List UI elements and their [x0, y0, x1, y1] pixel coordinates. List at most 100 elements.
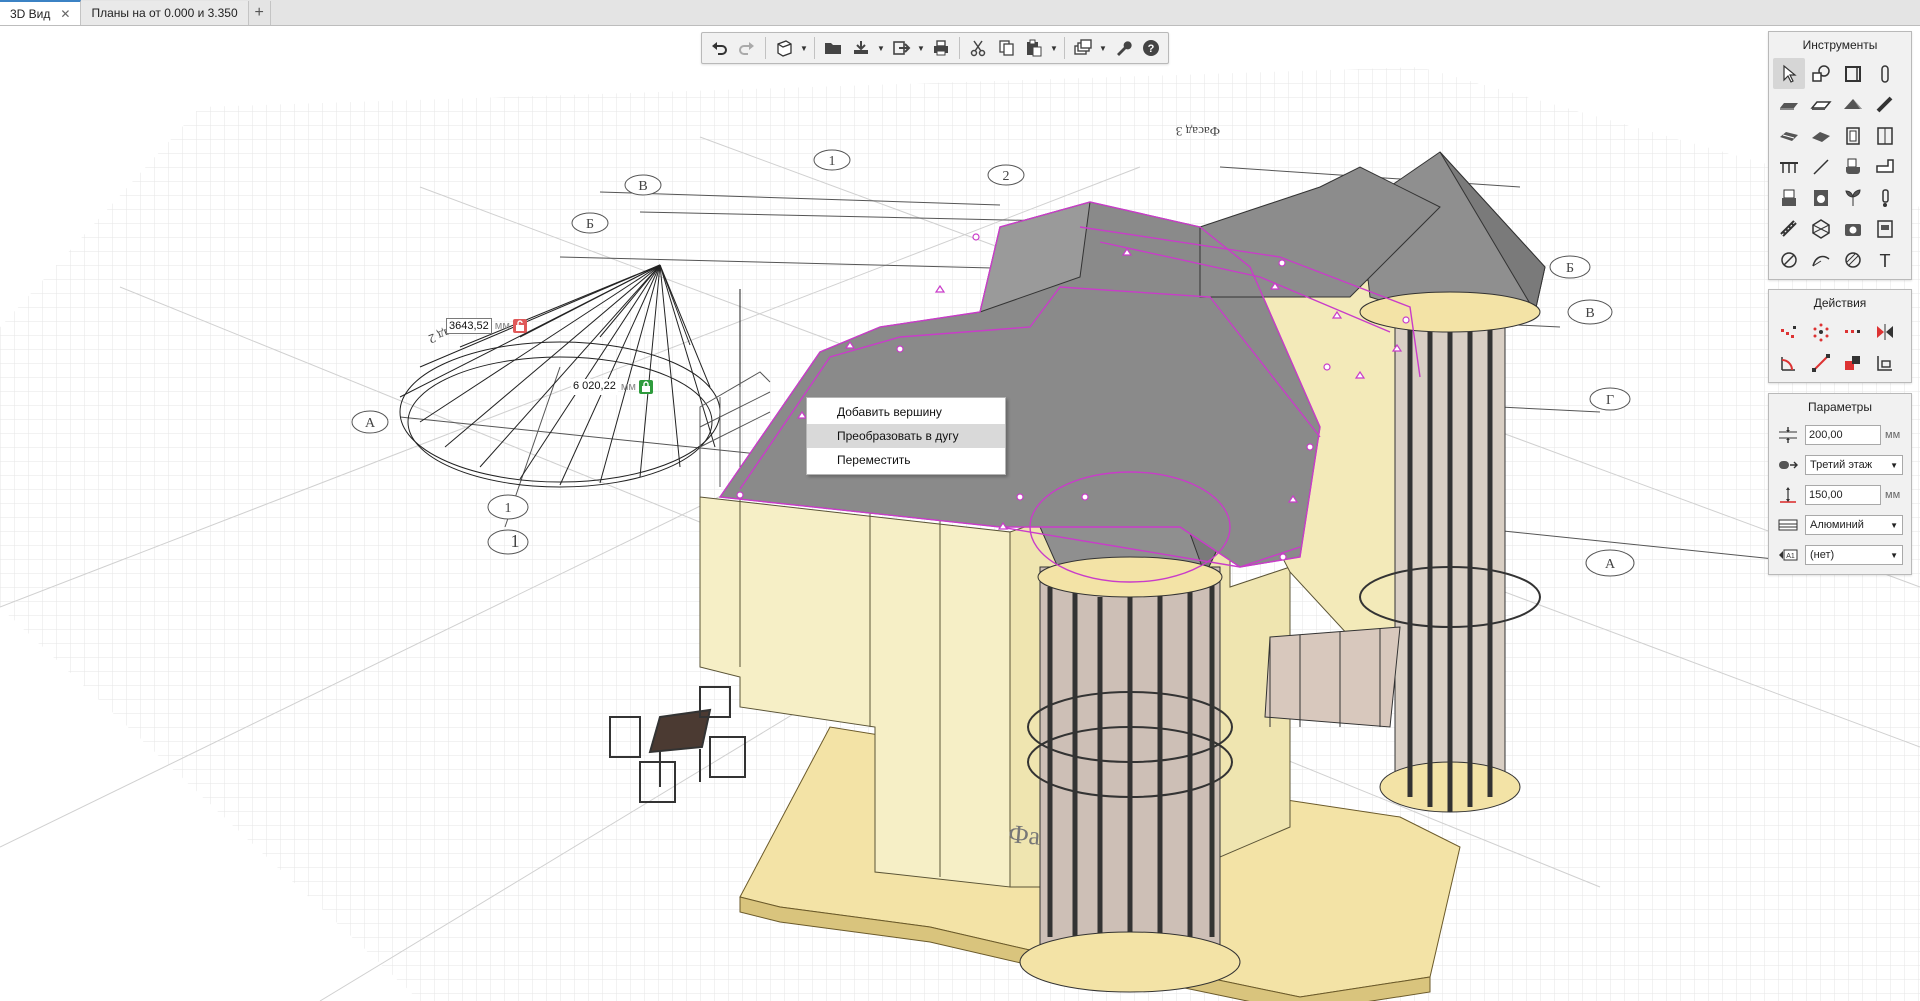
param-offset-row: 150,00 мм [1769, 480, 1911, 510]
level-select-value: Третий этаж [1810, 459, 1873, 471]
view-cube-icon [777, 40, 792, 57]
plus-icon: + [254, 4, 264, 21]
dimension-value-field[interactable]: 6 020,22 [571, 378, 618, 395]
3d-viewport[interactable]: 1 2 3 А А В Б Г 1 2 В Б Фасад 3 Фасад 2 [0, 27, 1920, 1001]
camera-tool[interactable] [1837, 213, 1869, 244]
select-tool[interactable] [1773, 58, 1805, 89]
undo-button[interactable] [706, 35, 732, 61]
export-button[interactable] [888, 35, 914, 61]
layers-dropdown[interactable]: ▼ [1098, 35, 1108, 61]
hatch-tool[interactable] [1837, 244, 1869, 275]
export-dropdown[interactable]: ▼ [916, 35, 926, 61]
appliance-tool[interactable] [1805, 182, 1837, 213]
column-tool[interactable] [1869, 58, 1901, 89]
wall-tool[interactable] [1773, 89, 1805, 120]
ramp-tool[interactable] [1805, 120, 1837, 151]
plumbing-tool[interactable] [1837, 151, 1869, 182]
menu-item-add-vertex[interactable]: Добавить вершину [807, 400, 1005, 424]
print-button[interactable] [928, 35, 954, 61]
paste-button[interactable] [1021, 35, 1047, 61]
level-icon [1775, 454, 1801, 476]
tools-panel: Инструменты T [1768, 31, 1912, 280]
actions-grid [1769, 316, 1911, 382]
linear-copy-action[interactable] [1837, 316, 1869, 347]
menu-item-convert-to-arc[interactable]: Преобразовать в дугу [807, 424, 1005, 448]
slab-tool[interactable] [1805, 89, 1837, 120]
open-button[interactable] [820, 35, 846, 61]
add-tab-button[interactable]: + [249, 1, 271, 25]
arc-tool[interactable] [1805, 244, 1837, 275]
text-tool[interactable]: T [1869, 244, 1901, 275]
label-select[interactable]: (нет) ▼ [1805, 545, 1903, 565]
railing-tool[interactable] [1773, 151, 1805, 182]
beam-tool[interactable] [1869, 89, 1901, 120]
align-action[interactable] [1869, 347, 1901, 378]
thickness-unit: мм [1885, 429, 1901, 441]
redo-button[interactable] [734, 35, 760, 61]
unlock-icon[interactable] [512, 318, 527, 333]
svg-text:?: ? [1148, 43, 1155, 55]
dimension-label[interactable]: 3643,52 мм [446, 317, 527, 334]
linear-copy-icon [1845, 329, 1860, 333]
view-cube-dropdown[interactable]: ▼ [799, 35, 809, 61]
scene-canvas[interactable]: 1 2 3 А А В Б Г 1 2 В Б Фасад 3 Фасад 2 [0, 27, 1920, 1001]
lock-icon[interactable] [638, 379, 653, 394]
dimension-label[interactable]: 6 020,22 мм [571, 378, 653, 395]
equipment-tool[interactable] [1773, 182, 1805, 213]
offset-action[interactable] [1773, 316, 1805, 347]
copy-button[interactable] [993, 35, 1019, 61]
undo-icon [712, 42, 727, 55]
save-icon [854, 41, 868, 54]
window-tool[interactable] [1837, 58, 1869, 89]
save-button[interactable] [848, 35, 874, 61]
param-material-row: Алюминий ▼ [1769, 510, 1911, 540]
mesh-tool[interactable] [1805, 213, 1837, 244]
axis-label: 2 [1003, 169, 1010, 184]
axis-label: Б [1566, 261, 1574, 276]
washer-icon [1814, 189, 1828, 206]
settings-button[interactable] [1110, 35, 1136, 61]
dimension-value-field[interactable]: 3643,52 [446, 317, 492, 334]
move-action[interactable] [1805, 347, 1837, 378]
chevron-down-icon: ▼ [1890, 520, 1898, 530]
light-tool[interactable] [1869, 182, 1901, 213]
symbol-tool[interactable] [1805, 58, 1837, 89]
door-tool[interactable] [1837, 120, 1869, 151]
layers-button[interactable] [1070, 35, 1096, 61]
thickness-input[interactable]: 200,00 [1805, 425, 1881, 445]
arc-icon [1812, 255, 1830, 266]
scale-action[interactable] [1837, 347, 1869, 378]
material-select[interactable]: Алюминий ▼ [1805, 515, 1903, 535]
array-action[interactable] [1805, 316, 1837, 347]
roof-tool[interactable] [1837, 89, 1869, 120]
panel-title: Инструменты [1802, 38, 1878, 52]
offset-input[interactable]: 150,00 [1805, 485, 1881, 505]
window-2-tool[interactable] [1869, 120, 1901, 151]
measure-tool[interactable] [1773, 213, 1805, 244]
cut-button[interactable] [965, 35, 991, 61]
scale-icon [1845, 355, 1860, 370]
redo-icon [739, 42, 754, 55]
tab-3d-view[interactable]: 3D Вид ✕ [0, 0, 82, 25]
close-icon[interactable]: ✕ [60, 7, 70, 21]
mirror-action[interactable] [1869, 316, 1901, 347]
menu-item-move[interactable]: Переместить [807, 448, 1005, 472]
axis-label: 1 [505, 501, 512, 516]
save-dropdown[interactable]: ▼ [876, 35, 886, 61]
dimension-icon [1781, 251, 1797, 268]
level-select[interactable]: Третий этаж ▼ [1805, 455, 1903, 475]
dimension-tool[interactable] [1773, 244, 1805, 275]
mirror-icon [1877, 323, 1893, 340]
line-tool[interactable] [1805, 151, 1837, 182]
tab-plans[interactable]: Планы на от 0.000 и 3.350 [81, 1, 249, 25]
plant-tool[interactable] [1837, 182, 1869, 213]
settings-wrench-icon [1117, 41, 1132, 56]
help-button[interactable]: ? [1138, 35, 1164, 61]
pipe-tool[interactable] [1869, 151, 1901, 182]
view-cube-button[interactable] [771, 35, 797, 61]
stair-tool[interactable] [1773, 120, 1805, 151]
rotate-action[interactable] [1773, 347, 1805, 378]
text-icon: T [1880, 251, 1891, 271]
paste-dropdown[interactable]: ▼ [1049, 35, 1059, 61]
elevation-tool[interactable] [1869, 213, 1901, 244]
